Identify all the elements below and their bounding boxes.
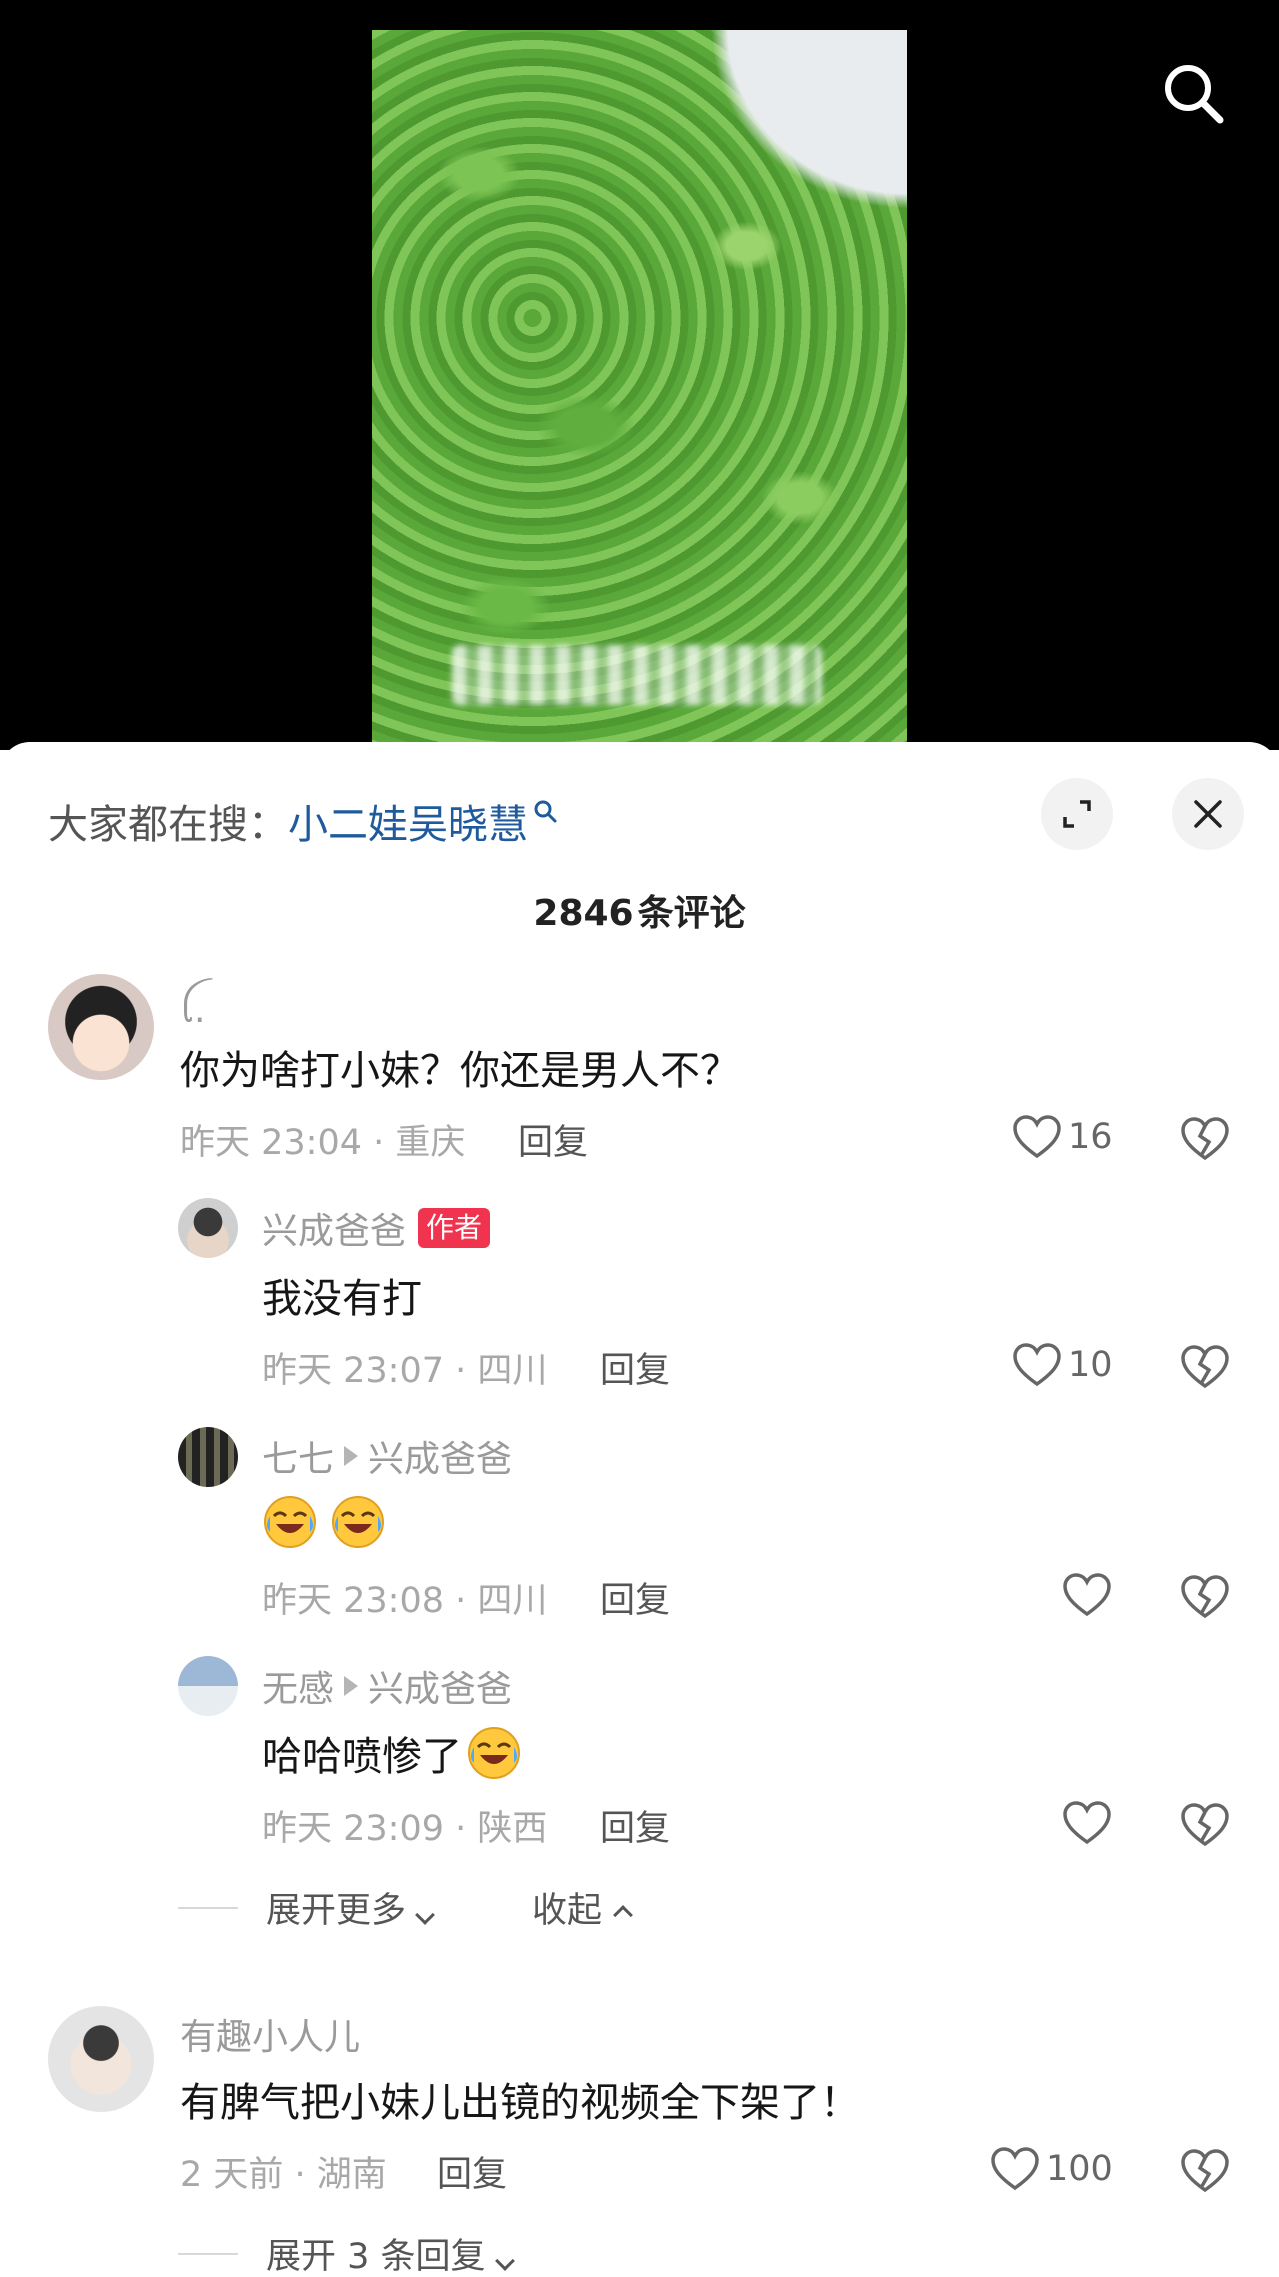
like-count: 100: [1046, 2149, 1113, 2189]
like-button[interactable]: 10: [1012, 1342, 1113, 1388]
avatar[interactable]: [48, 2006, 154, 2112]
expand-icon: [1063, 800, 1091, 828]
comment-username[interactable]: 有趣小人儿: [180, 2008, 360, 2060]
broken-heart-icon[interactable]: [1180, 1116, 1230, 1162]
comment-text: 有脾气把小妹儿出镜的视频全下架了！: [180, 2080, 860, 2126]
reply-button[interactable]: 回复: [600, 1572, 670, 1623]
comment-time-location: 昨天 23:07 · 四川: [262, 1351, 548, 1391]
reply-username[interactable]: 七七: [262, 1430, 334, 1482]
video-frame[interactable]: [372, 30, 907, 750]
like-button[interactable]: [1062, 1572, 1112, 1618]
reply-to-username[interactable]: 兴成爸爸: [368, 1660, 512, 1712]
reply-arrow-icon: [344, 1446, 359, 1466]
comment-username[interactable]: 七七 兴成爸爸: [262, 1430, 512, 1482]
comment-text: 我没有打: [262, 1276, 422, 1322]
avatar[interactable]: [178, 1656, 238, 1716]
broken-heart-icon[interactable]: [1180, 2148, 1230, 2194]
crying-laughing-emoji: [264, 1496, 316, 1548]
reply-arrow-icon: [344, 1676, 359, 1696]
video-player[interactable]: [0, 0, 1279, 750]
avatar[interactable]: [48, 974, 154, 1080]
crying-laughing-emoji: [332, 1496, 384, 1548]
comment-time-location: 昨天 23:09 · 陕西: [262, 1809, 548, 1849]
avatar[interactable]: [178, 1427, 238, 1487]
close-button[interactable]: [1172, 778, 1244, 850]
reply-username[interactable]: 兴成爸爸: [262, 1202, 406, 1254]
expand-more-button[interactable]: 展开更多: [266, 1882, 435, 1933]
broken-heart-icon[interactable]: [1180, 1574, 1230, 1620]
chevron-down-icon: [415, 1905, 435, 1925]
avatar[interactable]: [178, 1198, 238, 1258]
like-button[interactable]: [1062, 1800, 1112, 1846]
chevron-down-icon: [494, 2251, 515, 2271]
blurred-subtitle: [452, 645, 822, 705]
heart-icon: [991, 2147, 1039, 2191]
like-button[interactable]: 100: [990, 2146, 1113, 2192]
expand-replies-button[interactable]: 展开 3 条回复: [266, 2228, 515, 2277]
author-badge: 作者: [418, 1208, 491, 1248]
comment-time-location: 昨天 23:04 · 重庆: [180, 1123, 466, 1163]
like-button[interactable]: 16: [1012, 1114, 1113, 1160]
search-icon[interactable]: [1158, 58, 1228, 128]
heart-icon: [1063, 1573, 1111, 1617]
comment-count: 2846 条评论: [0, 884, 1279, 936]
comment-text: 哈哈喷惨了: [262, 1724, 522, 1782]
thread-controls: 展开更多 收起: [178, 1882, 633, 1933]
collapse-label: 收起: [532, 1891, 603, 1931]
broken-heart-icon[interactable]: [1180, 1802, 1230, 1848]
mini-search-icon: [534, 800, 557, 823]
comment-time-location: 昨天 23:08 · 四川: [262, 1581, 548, 1621]
divider-line: [178, 2252, 238, 2255]
comment-sheet: 大家都在搜： 小二娃吴晓慧 2846 条评论 ꪶ. 你为啥打小妹？你还是男人不？ …: [0, 742, 1279, 2277]
like-count: 16: [1068, 1117, 1113, 1157]
expand-more-label: 展开更多: [266, 1891, 407, 1931]
heart-icon: [1063, 1801, 1111, 1845]
like-count: 10: [1068, 1345, 1113, 1385]
reply-username[interactable]: 无感: [262, 1660, 334, 1712]
thread-controls: 展开 3 条回复: [178, 2228, 515, 2277]
reply-button[interactable]: 回复: [437, 2146, 507, 2197]
reply-button[interactable]: 回复: [600, 1800, 670, 1851]
hot-search-prefix: 大家都在搜：: [48, 802, 288, 848]
hot-search-bar[interactable]: 大家都在搜： 小二娃吴晓慧: [48, 792, 558, 850]
comment-text-body: 哈哈喷惨了: [262, 1734, 462, 1780]
reply-button[interactable]: 回复: [518, 1114, 588, 1165]
reply-button[interactable]: 回复: [600, 1342, 670, 1393]
crying-laughing-emoji: [468, 1727, 520, 1779]
collapse-button[interactable]: 收起: [532, 1882, 633, 1933]
comment-time-location: 2 天前 · 湖南: [180, 2155, 387, 2195]
broken-heart-icon[interactable]: [1180, 1344, 1230, 1390]
chevron-up-icon: [613, 1905, 633, 1925]
expand-button[interactable]: [1041, 778, 1113, 850]
heart-icon: [1013, 1343, 1061, 1387]
comment-username[interactable]: 无感 兴成爸爸: [262, 1660, 512, 1712]
expand-replies-label: 展开 3 条回复: [266, 2237, 486, 2277]
comment-count-suffix: 条评论: [637, 893, 746, 934]
hot-search-link[interactable]: 小二娃吴晓慧: [288, 792, 528, 850]
comment-username[interactable]: 兴成爸爸 作者: [262, 1202, 491, 1254]
heart-icon: [1013, 1115, 1061, 1159]
reply-to-username[interactable]: 兴成爸爸: [368, 1430, 512, 1482]
comment-count-number: 2846: [533, 893, 634, 934]
comment-text: 你为啥打小妹？你还是男人不？: [180, 1048, 740, 1094]
close-icon: [1194, 800, 1222, 828]
divider-line: [178, 1906, 238, 1909]
